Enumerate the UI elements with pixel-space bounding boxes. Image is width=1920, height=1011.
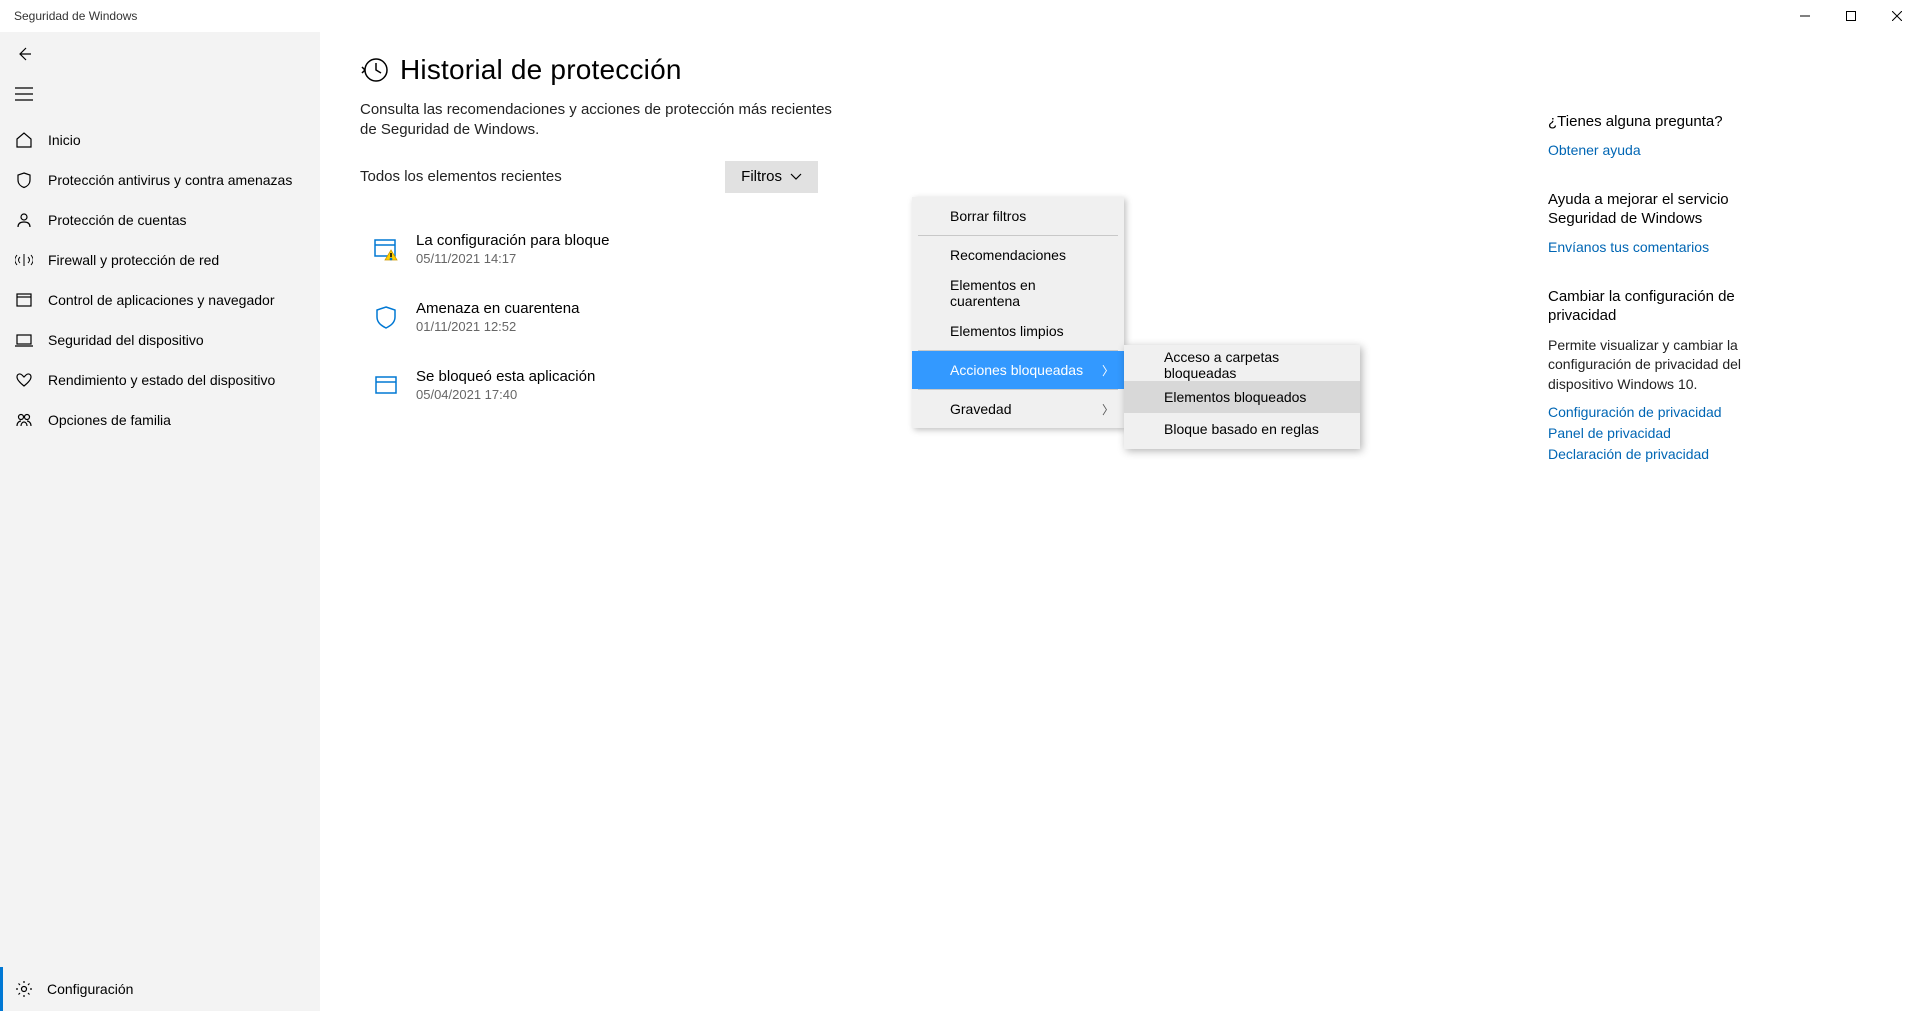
help-link[interactable]: Obtener ayuda (1548, 142, 1788, 158)
history-item-title: La configuración para bloque (416, 232, 609, 249)
filter-button[interactable]: Filtros (725, 161, 818, 193)
filter-clear[interactable]: Borrar filtros (912, 197, 1124, 235)
history-icon (360, 55, 390, 85)
network-icon (14, 250, 34, 270)
sidebar-item-performance[interactable]: Rendimiento y estado del dispositivo (0, 360, 320, 400)
submenu-blocked-elements[interactable]: Elementos bloqueados (1124, 381, 1360, 413)
sidebar-item-label: Seguridad del dispositivo (48, 332, 204, 348)
app-icon (372, 371, 400, 399)
filter-blocked-actions[interactable]: Acciones bloqueadas〉 (912, 351, 1124, 389)
sidebar: Inicio Protección antivirus y contra ame… (0, 32, 320, 1011)
heart-icon (14, 370, 34, 390)
sidebar-item-label: Opciones de familia (48, 412, 171, 428)
sidebar-item-device-security[interactable]: Seguridad del dispositivo (0, 320, 320, 360)
filter-submenu: Acceso a carpetas bloqueadas Elementos b… (1124, 345, 1360, 449)
submenu-rule-block[interactable]: Bloque basado en reglas (1124, 413, 1360, 445)
privacy-heading: Cambiar la configuración de privacidad (1548, 287, 1788, 326)
sidebar-item-label: Configuración (47, 981, 133, 997)
history-item-date: 05/11/2021 14:17 (416, 251, 609, 266)
hamburger-button[interactable] (0, 74, 48, 114)
sidebar-item-settings[interactable]: Configuración (0, 967, 320, 1011)
submenu-folder-access[interactable]: Acceso a carpetas bloqueadas (1124, 349, 1360, 381)
sidebar-item-label: Protección antivirus y contra amenazas (48, 172, 292, 188)
sidebar-item-firewall[interactable]: Firewall y protección de red (0, 240, 320, 280)
chevron-right-icon: 〉 (1102, 362, 1114, 379)
page-subtitle: Consulta las recomendaciones y acciones … (360, 100, 840, 141)
filter-recommendations[interactable]: Recomendaciones (912, 236, 1124, 274)
titlebar: Seguridad de Windows (0, 0, 1920, 32)
window-title: Seguridad de Windows (14, 9, 137, 23)
shield-icon (14, 170, 34, 190)
back-button[interactable] (0, 34, 48, 74)
history-item-title: Se bloqueó esta aplicación (416, 368, 595, 385)
feedback-link[interactable]: Envíanos tus comentarios (1548, 239, 1788, 255)
sidebar-item-home[interactable]: Inicio (0, 120, 320, 160)
history-item-title: Amenaza en cuarentena (416, 300, 579, 317)
sidebar-item-label: Protección de cuentas (48, 212, 187, 228)
help-heading: ¿Tienes alguna pregunta? (1548, 112, 1788, 132)
person-icon (14, 210, 34, 230)
window-controls (1782, 0, 1920, 32)
recent-label: Todos los elementos recientes (360, 168, 562, 185)
filter-severity[interactable]: Gravedad〉 (912, 390, 1124, 428)
chevron-right-icon: 〉 (1102, 401, 1114, 418)
right-column: ¿Tienes alguna pregunta? Obtener ayuda A… (1548, 112, 1788, 494)
privacy-panel-link[interactable]: Panel de privacidad (1548, 425, 1788, 441)
privacy-config-link[interactable]: Configuración de privacidad (1548, 404, 1788, 420)
page-title: Historial de protección (400, 54, 682, 86)
chevron-down-icon (790, 168, 802, 185)
shield-icon (372, 303, 400, 331)
filter-menu: Borrar filtros Recomendaciones Elementos… (912, 197, 1124, 428)
app-icon (14, 290, 34, 310)
filter-quarantine[interactable]: Elementos en cuarentena (912, 274, 1124, 312)
sidebar-item-label: Control de aplicaciones y navegador (48, 292, 274, 308)
history-item-date: 01/11/2021 12:52 (416, 319, 579, 334)
device-icon (14, 330, 34, 350)
main-content: Historial de protección Consulta las rec… (320, 32, 1920, 1011)
gear-icon (13, 978, 35, 1000)
sidebar-item-account[interactable]: Protección de cuentas (0, 200, 320, 240)
close-button[interactable] (1874, 0, 1920, 32)
sidebar-item-label: Inicio (48, 132, 81, 148)
minimize-button[interactable] (1782, 0, 1828, 32)
history-item-date: 05/04/2021 17:40 (416, 387, 595, 402)
improve-heading: Ayuda a mejorar el servicio Seguridad de… (1548, 190, 1788, 229)
filter-button-label: Filtros (741, 168, 782, 185)
sidebar-item-label: Firewall y protección de red (48, 252, 219, 268)
app-warn-icon (372, 235, 400, 263)
sidebar-item-family[interactable]: Opciones de familia (0, 400, 320, 440)
sidebar-item-label: Rendimiento y estado del dispositivo (48, 372, 275, 388)
filter-clean[interactable]: Elementos limpios (912, 312, 1124, 350)
privacy-text: Permite visualizar y cambiar la configur… (1548, 336, 1788, 395)
privacy-declaration-link[interactable]: Declaración de privacidad (1548, 446, 1788, 462)
maximize-button[interactable] (1828, 0, 1874, 32)
family-icon (14, 410, 34, 430)
sidebar-item-antivirus[interactable]: Protección antivirus y contra amenazas (0, 160, 320, 200)
sidebar-item-app-control[interactable]: Control de aplicaciones y navegador (0, 280, 320, 320)
home-icon (14, 130, 34, 150)
